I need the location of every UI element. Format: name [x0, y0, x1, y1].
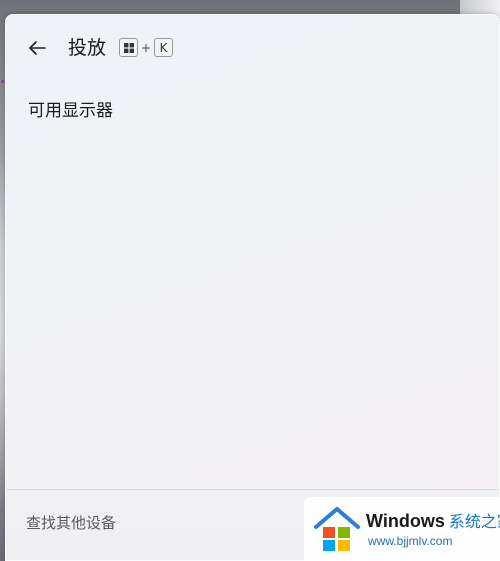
back-button[interactable]	[22, 35, 52, 61]
watermark-brand: Windows	[366, 511, 445, 531]
watermark-brand-suffix: 系统之家	[448, 514, 500, 531]
available-displays-heading: 可用显示器	[28, 101, 113, 121]
watermark: Windows系统之家 www.bjjmlv.com	[304, 497, 500, 561]
shortcut-plus: +	[141, 40, 152, 55]
keyboard-shortcut: + K	[119, 38, 174, 57]
watermark-url: www.bjjmlv.com	[368, 534, 453, 548]
cast-flyout: 投放 + K 可用显示器 查找其他设备	[5, 14, 500, 561]
house-logo-icon	[314, 507, 360, 551]
accent-dot	[1, 80, 4, 83]
find-other-devices-link[interactable]: 查找其他设备	[26, 512, 116, 534]
windows-key	[119, 38, 138, 57]
flyout-header: 投放 + K	[6, 15, 499, 81]
arrow-left-icon	[29, 41, 46, 55]
page-title: 投放	[68, 37, 107, 59]
watermark-title: Windows系统之家	[366, 508, 500, 532]
windows-logo-icon	[123, 42, 134, 53]
k-key: K	[154, 38, 174, 57]
